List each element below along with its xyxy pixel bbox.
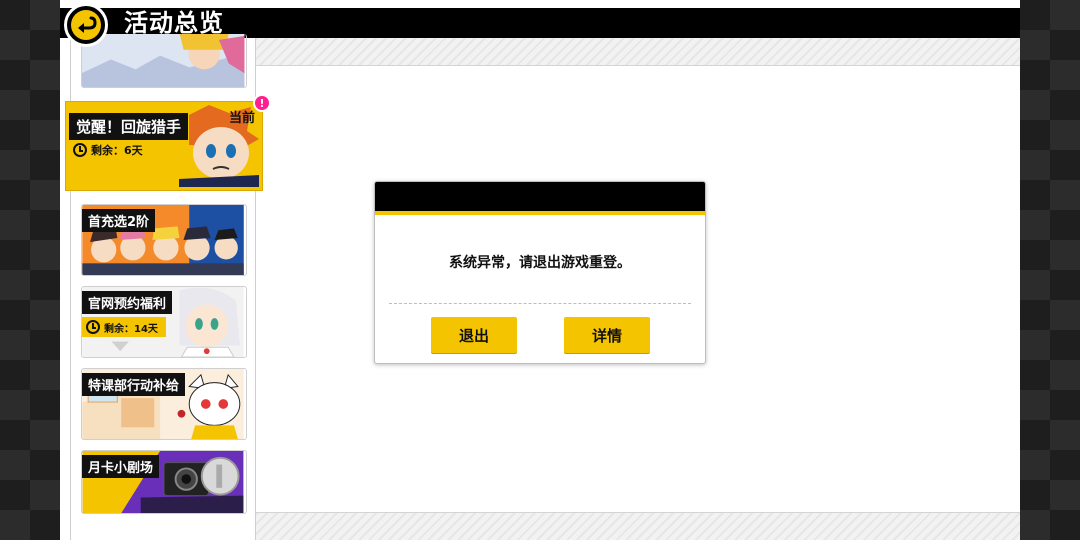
dialog-divider	[389, 303, 691, 304]
event-card-label: 特课部行动补给	[82, 373, 186, 396]
event-card[interactable]: 特课部行动补给	[81, 368, 247, 440]
event-card-label: 官网预约福利	[82, 291, 173, 314]
page-title: 活动总览	[124, 9, 224, 37]
event-remaining: 剩余：14天	[82, 317, 166, 337]
exit-button[interactable]: 退出	[431, 317, 517, 353]
dialog-header	[375, 182, 705, 215]
right-decor-panel	[1020, 0, 1080, 540]
clock-icon	[86, 320, 100, 334]
event-card-active[interactable]: 觉醒！回旋猎手 剩余：6天 当前	[66, 102, 262, 190]
clock-icon	[73, 143, 87, 157]
event-card-scrolled[interactable]	[81, 34, 247, 88]
error-dialog: 系统异常，请退出游戏重登。 退出 详情	[374, 181, 706, 364]
dialog-message: 系统异常，请退出游戏重登。	[449, 255, 631, 271]
current-tag: 当前	[228, 111, 255, 126]
back-button[interactable]	[64, 3, 108, 47]
event-sidebar: 觉醒！回旋猎手 剩余：6天 当前 ! 首充选2阶 官网预约福利 剩余：14天 特…	[60, 34, 271, 540]
back-arrow-icon	[71, 10, 101, 40]
left-decor-panel	[0, 0, 60, 540]
details-button[interactable]: 详情	[564, 317, 650, 353]
top-hatch-strip	[256, 38, 1020, 66]
event-remaining-text: 剩余：6天	[91, 144, 143, 157]
event-card[interactable]: 月卡小剧场	[81, 450, 247, 514]
event-card-art	[82, 34, 245, 87]
event-card[interactable]: 官网预约福利 剩余：14天	[81, 286, 247, 358]
event-card[interactable]: 首充选2阶	[81, 204, 247, 276]
alert-badge-icon: !	[253, 94, 271, 112]
event-remaining-text: 剩余：14天	[104, 323, 158, 335]
bottom-hatch-strip	[256, 512, 1020, 540]
event-remaining: 剩余：6天	[69, 139, 151, 161]
event-card-label: 觉醒！回旋猎手	[69, 113, 189, 140]
event-card-label: 首充选2阶	[82, 209, 156, 232]
event-card-label: 月卡小剧场	[82, 455, 160, 478]
